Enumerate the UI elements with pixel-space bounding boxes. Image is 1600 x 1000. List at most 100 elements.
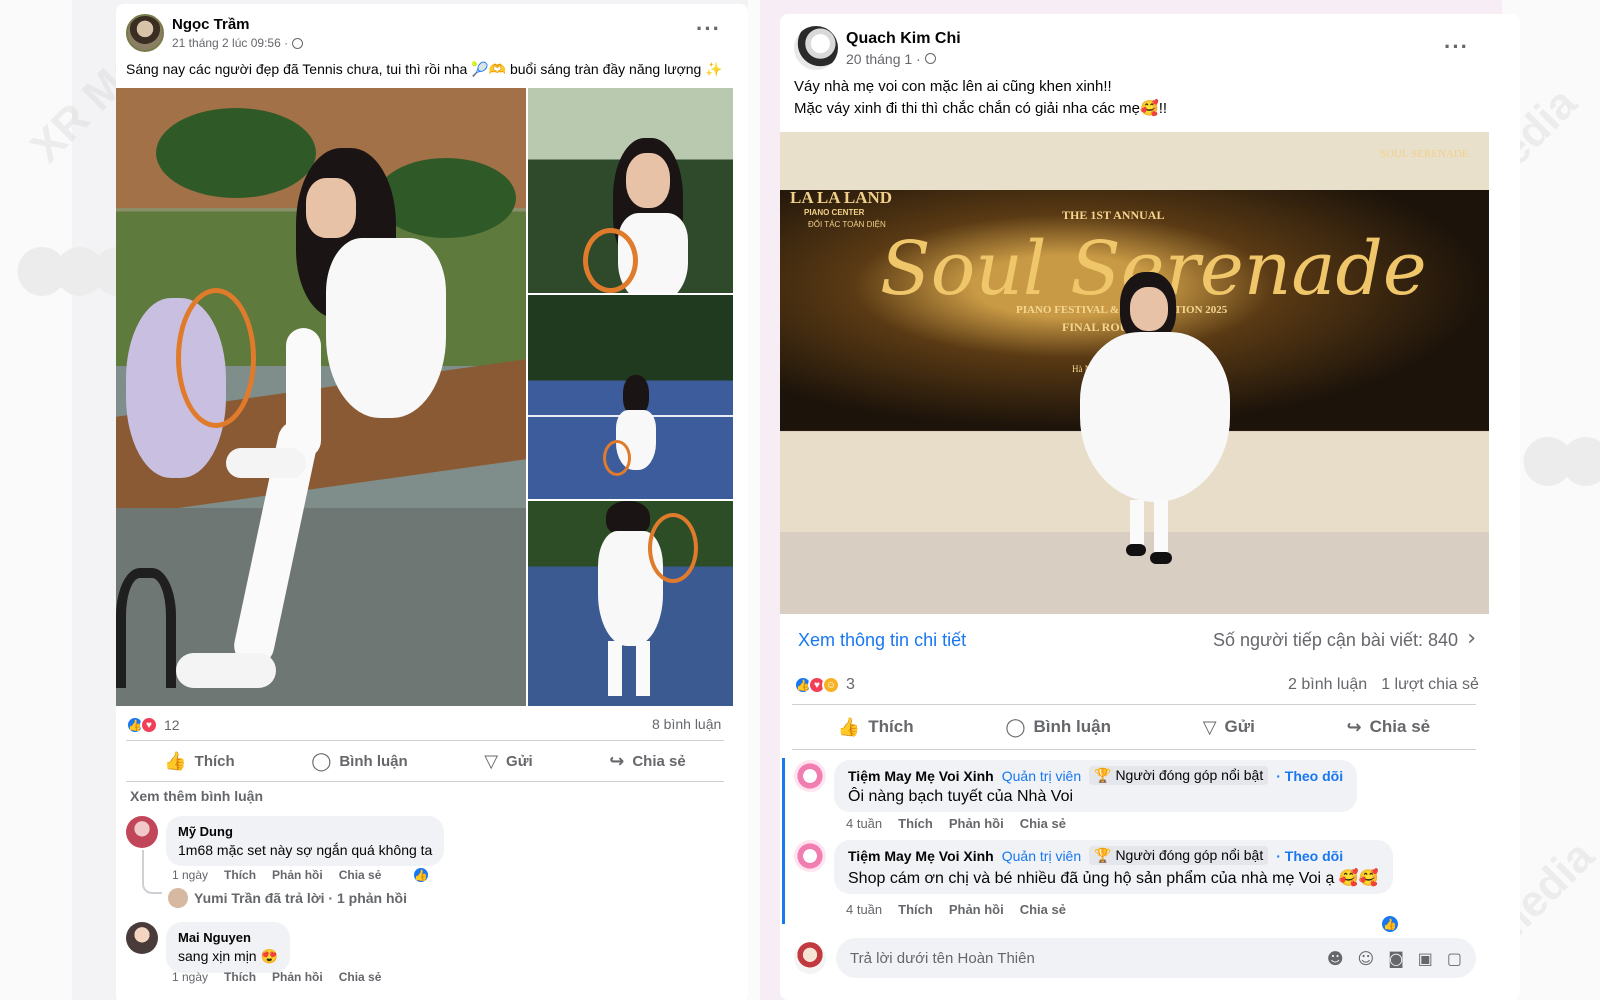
comment-like-button[interactable]: Thích <box>898 902 933 917</box>
avatar-sticker-icon[interactable]: ☻ <box>1327 949 1344 968</box>
chevron-right-icon[interactable]: › <box>1467 626 1476 651</box>
like-button[interactable]: 👍 Thích <box>838 717 914 738</box>
follow-button[interactable]: · Theo dõi <box>1276 768 1343 784</box>
send-icon: ▽ <box>484 750 499 772</box>
paw-decoration: ●●● <box>1520 420 1600 494</box>
top-contributor-badge: 🏆 Người đóng góp nổi bật <box>1089 846 1269 865</box>
banner-corner: SOUL SERENADE <box>1380 148 1469 160</box>
care-reaction-icon: ☺ <box>822 676 840 694</box>
share-icon: ↪ <box>1346 716 1362 738</box>
engagement-counts: 2 bình luận 1 lượt chia sẻ <box>1288 676 1479 694</box>
comment-time[interactable]: 1 ngày <box>172 970 208 984</box>
timestamp[interactable]: 21 tháng 2 lúc 09:56 · <box>172 36 288 50</box>
avatar[interactable] <box>126 816 158 848</box>
post-header: Ngọc Trầm 21 tháng 2 lúc 09:56 · <box>126 14 304 52</box>
avatar[interactable] <box>794 26 838 70</box>
photo-thumb-2[interactable] <box>528 295 733 499</box>
post-text: Váy nhà mẹ voi con mặc lên ai cũng khen … <box>794 78 1168 117</box>
comment-text: Shop cám ơn chị và bé nhiều đã ủng hộ sả… <box>848 870 1379 887</box>
comment-text: 1m68 mặc set này sợ ngắn quá không ta <box>178 842 433 858</box>
camera-icon[interactable]: ◙ <box>1388 949 1404 968</box>
comment-reply-button[interactable]: Phản hồi <box>949 902 1004 917</box>
share-button[interactable]: ↪ Chia sẻ <box>1347 717 1431 738</box>
comment-like-button[interactable]: Thích <box>898 816 933 831</box>
reply-thread-line <box>142 850 162 894</box>
commenter-name[interactable]: Tiệm May Mẹ Voi Xinh <box>848 768 994 784</box>
comment-time[interactable]: 4 tuần <box>846 816 882 831</box>
comment-share-button[interactable]: Chia sẻ <box>1020 902 1066 917</box>
reach-count[interactable]: Số người tiếp cận bài viết: 840 <box>1213 630 1458 651</box>
author-name[interactable]: Quach Kim Chi <box>846 30 961 48</box>
reaction-summary[interactable]: 👍 ♥ 12 <box>126 716 180 734</box>
commenter-header: Tiệm May Mẹ Voi Xinh Quản trị viên 🏆 Ngư… <box>848 846 1379 865</box>
author-name[interactable]: Ngọc Trầm <box>172 16 303 33</box>
comment: Mỹ Dung 1m68 mặc set này sợ ngắn quá khô… <box>126 816 445 866</box>
comment-icon: ◯ <box>1005 716 1026 738</box>
emoji-icon[interactable]: ☺ <box>1358 949 1375 968</box>
photo-main[interactable] <box>116 88 526 706</box>
view-more-comments[interactable]: Xem thêm bình luận <box>130 788 263 804</box>
details-link[interactable]: Xem thông tin chi tiết <box>798 630 966 651</box>
comment-reply-button[interactable]: Phản hồi <box>272 970 323 984</box>
photo-thumb-3[interactable] <box>528 501 733 706</box>
globe-icon <box>292 37 304 49</box>
photo-main[interactable]: LA LA LAND PIANO CENTER ĐỐI TÁC TOÀN DIỆ… <box>780 132 1489 614</box>
background-gutter <box>748 0 760 1000</box>
post-meta: 20 tháng 1 · <box>846 51 961 67</box>
comment-button[interactable]: ◯ Bình luận <box>1005 717 1111 738</box>
love-reaction-icon: ♥ <box>140 716 158 734</box>
commenter-name[interactable]: Mai Nguyen <box>178 930 278 945</box>
photo-thumb-1[interactable] <box>528 88 733 293</box>
shares-count[interactable]: 1 lượt chia sẻ <box>1381 676 1479 694</box>
avatar[interactable] <box>126 922 158 954</box>
thumbs-up-icon: 👍 <box>164 750 187 772</box>
commenter-name[interactable]: Mỹ Dung <box>178 824 432 839</box>
avatar[interactable] <box>794 942 826 974</box>
sticker-icon[interactable]: ▢ <box>1447 949 1462 968</box>
admin-label: Quản trị viên <box>1001 767 1082 784</box>
comment-share-button[interactable]: Chia sẻ <box>339 970 382 984</box>
comment-share-button[interactable]: Chia sẻ <box>339 868 382 882</box>
like-button[interactable]: 👍 Thích <box>164 751 234 772</box>
commenter-name[interactable]: Tiệm May Mẹ Voi Xinh <box>848 848 994 864</box>
comment-like-button[interactable]: Thích <box>224 868 256 882</box>
avatar[interactable] <box>794 840 826 872</box>
send-icon: ▽ <box>1202 716 1217 738</box>
comment-bubble: Tiệm May Mẹ Voi Xinh Quản trị viên 🏆 Ngư… <box>834 840 1393 894</box>
avatar[interactable] <box>126 14 164 52</box>
comments-count[interactable]: 8 bình luận <box>652 716 721 732</box>
reaction-summary[interactable]: 👍 ♥ ☺ 3 <box>794 676 855 694</box>
more-options-icon[interactable]: ··· <box>696 16 721 42</box>
like-reaction-icon[interactable]: 👍 <box>412 866 430 884</box>
send-button[interactable]: ▽ Gửi <box>1203 717 1255 738</box>
comment-text: Ôi nàng bạch tuyết của Nhà Voi <box>848 788 1074 805</box>
gif-icon[interactable]: ▣ <box>1418 949 1433 968</box>
timestamp[interactable]: 20 tháng 1 · <box>846 51 921 67</box>
comments-count[interactable]: 2 bình luận <box>1288 676 1367 694</box>
comment: Tiệm May Mẹ Voi Xinh Quản trị viên 🏆 Ngư… <box>794 840 1393 894</box>
banner-annual: THE 1ST ANNUAL <box>1062 208 1165 222</box>
comment-share-button[interactable]: Chia sẻ <box>1020 816 1066 831</box>
banner-brand: LA LA LAND <box>790 188 893 207</box>
comment-reply-button[interactable]: Phản hồi <box>949 816 1004 831</box>
avatar[interactable] <box>794 760 826 792</box>
view-replies[interactable]: Yumi Trần đã trả lời · 1 phản hồi <box>168 888 407 908</box>
reply-input[interactable]: Trả lời dưới tên Hoàn Thiên ☻ ☺ ◙ ▣ ▢ <box>836 938 1476 978</box>
comment-button[interactable]: ◯ Bình luận <box>311 751 407 772</box>
like-reaction-icon[interactable]: 👍 <box>1380 914 1400 934</box>
comment-time[interactable]: 4 tuần <box>846 902 882 917</box>
comment-time[interactable]: 1 ngày <box>172 868 208 882</box>
send-button[interactable]: ▽ Gửi <box>484 751 533 772</box>
comment-like-button[interactable]: Thích <box>224 970 256 984</box>
banner-partner: ĐỐI TÁC TOÀN DIỆN <box>808 220 886 229</box>
reply-placeholder: Trả lời dưới tên Hoàn Thiên <box>850 949 1035 967</box>
share-button[interactable]: ↪ Chia sẻ <box>609 751 685 772</box>
comment-meta: 1 ngày Thích Phản hồi Chia sẻ <box>172 868 381 882</box>
comment-bubble: Tiệm May Mẹ Voi Xinh Quản trị viên 🏆 Ngư… <box>834 760 1358 812</box>
post-actions: 👍 Thích ◯ Bình luận ▽ Gửi ↪ Chia sẻ <box>126 740 724 782</box>
comment-reply-button[interactable]: Phản hồi <box>272 868 323 882</box>
comment-text: sang xịn mịn 😍 <box>178 948 278 964</box>
more-options-icon[interactable]: ··· <box>1444 34 1469 60</box>
post-header: Quach Kim Chi 20 tháng 1 · <box>794 26 961 70</box>
follow-button[interactable]: · Theo dõi <box>1276 848 1343 864</box>
